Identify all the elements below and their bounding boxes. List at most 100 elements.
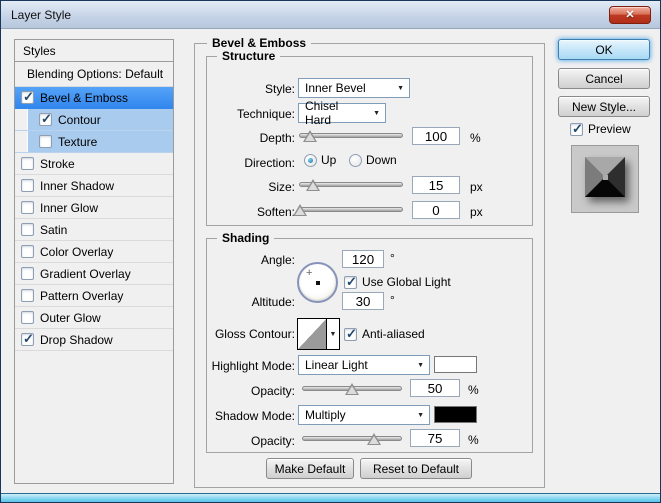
reset-to-default-button[interactable]: Reset to Default: [360, 458, 472, 479]
angle-dial[interactable]: +: [297, 262, 338, 303]
highlight-mode-value: Linear Light: [305, 358, 368, 372]
styles-header-label: Styles: [23, 43, 56, 58]
direction-down-option[interactable]: Down: [349, 153, 397, 167]
size-label: Size:: [268, 180, 295, 194]
style-enable-checkbox[interactable]: [21, 89, 34, 105]
close-button[interactable]: ✕: [609, 6, 651, 24]
highlight-opacity-field[interactable]: [410, 379, 460, 397]
sidebar-item-outer-glow[interactable]: Outer Glow: [15, 307, 173, 329]
sidebar-item-label: Inner Glow: [40, 200, 99, 215]
titlebar[interactable]: Layer Style ✕: [1, 1, 660, 29]
shadow-mode-dropdown[interactable]: Multiply ▼: [298, 405, 430, 425]
sidebar-item-stroke[interactable]: Stroke: [15, 153, 173, 175]
sidebar-item-label: Contour: [58, 112, 101, 127]
highlight-color-swatch[interactable]: [434, 356, 477, 373]
gloss-contour-picker[interactable]: ▼: [297, 318, 340, 350]
style-enable-checkbox[interactable]: [21, 223, 34, 236]
sidebar-item-gradient-overlay[interactable]: Gradient Overlay: [15, 263, 173, 285]
sidebar-item-blending-options-default[interactable]: Blending Options: Default: [15, 62, 173, 87]
new-style-button[interactable]: New Style...: [558, 96, 650, 117]
angle-marker-icon[interactable]: +: [306, 268, 312, 279]
style-enable-checkbox[interactable]: [39, 111, 52, 127]
sidebar-item-texture[interactable]: Texture: [15, 131, 173, 153]
shading-group: Shading Angle: + ° Use Global Light Alti…: [206, 231, 533, 453]
shadow-mode-label: Shadow Mode:: [214, 409, 295, 423]
direction-up-option[interactable]: Up: [304, 153, 336, 167]
use-global-light-checkbox[interactable]: [344, 274, 357, 290]
depth-slider[interactable]: [299, 129, 403, 143]
sidebar-item-label: Texture: [58, 134, 98, 149]
sidebar-item-color-overlay[interactable]: Color Overlay: [15, 241, 173, 263]
cancel-button[interactable]: Cancel: [558, 68, 650, 89]
sidebar-item-label: Color Overlay: [40, 244, 114, 259]
dial-center-dot: [316, 281, 320, 285]
sidebar-item-label: Gradient Overlay: [40, 266, 131, 281]
highlight-mode-dropdown[interactable]: Linear Light ▼: [298, 355, 430, 375]
layer-style-dialog: Layer Style ✕ Styles Blending Options: D…: [0, 0, 661, 503]
depth-unit: %: [470, 131, 481, 145]
shadow-opacity-field[interactable]: [410, 429, 460, 447]
technique-dropdown-value: Chisel Hard: [305, 99, 339, 127]
altitude-unit: °: [390, 293, 395, 307]
altitude-field[interactable]: [342, 292, 384, 310]
structure-title: Structure: [217, 49, 281, 63]
chevron-down-icon[interactable]: ▼: [326, 319, 339, 349]
sidebar-item-label: Bevel & Emboss: [40, 90, 129, 105]
sidebar-item-label: Blending Options: Default: [27, 67, 164, 81]
anti-aliased-option[interactable]: Anti-aliased: [344, 326, 425, 342]
size-slider[interactable]: [299, 178, 403, 192]
direction-down-radio[interactable]: [349, 153, 362, 167]
highlight-opacity-thumb[interactable]: [345, 383, 359, 395]
style-enable-checkbox[interactable]: [21, 245, 34, 258]
opacity1-unit: %: [468, 383, 479, 397]
technique-dropdown[interactable]: Chisel Hard ▼: [298, 99, 386, 127]
soften-slider-thumb[interactable]: [293, 204, 308, 216]
make-default-button[interactable]: Make Default: [266, 458, 354, 479]
style-enable-checkbox[interactable]: [21, 201, 34, 214]
shadow-opacity-slider[interactable]: [302, 432, 402, 446]
style-enable-checkbox[interactable]: [21, 179, 34, 192]
style-enable-checkbox[interactable]: [21, 157, 34, 170]
use-global-light-option[interactable]: Use Global Light: [344, 274, 451, 290]
style-enable-checkbox[interactable]: [21, 267, 34, 280]
sidebar-item-label: Stroke: [40, 156, 75, 171]
soften-slider[interactable]: [293, 203, 403, 217]
sidebar-item-contour[interactable]: Contour: [15, 109, 173, 131]
style-enable-checkbox[interactable]: [21, 311, 34, 324]
style-enable-checkbox[interactable]: [21, 289, 34, 302]
sidebar-item-inner-shadow[interactable]: Inner Shadow: [15, 175, 173, 197]
depth-label: Depth:: [259, 131, 295, 145]
sidebar-item-bevel-emboss[interactable]: Bevel & Emboss: [15, 87, 173, 109]
highlight-mode-label: Highlight Mode:: [211, 359, 295, 373]
chevron-down-icon: ▼: [397, 84, 404, 92]
contour-thumbnail: [298, 319, 326, 349]
new-style-label: New Style...: [571, 99, 637, 114]
anti-aliased-checkbox[interactable]: [344, 326, 357, 342]
angle-field[interactable]: [342, 250, 384, 268]
highlight-opacity-slider[interactable]: [302, 382, 402, 396]
preview-option[interactable]: Preview: [570, 121, 631, 137]
style-label: Style:: [264, 82, 295, 96]
direction-down-label: Down: [366, 153, 397, 167]
altitude-label: Altitude:: [251, 295, 295, 309]
style-dropdown[interactable]: Inner Bevel ▼: [298, 78, 410, 98]
ok-button[interactable]: OK: [558, 39, 650, 60]
preview-checkbox[interactable]: [570, 121, 583, 137]
sidebar-item-satin[interactable]: Satin: [15, 219, 173, 241]
style-enable-checkbox[interactable]: [21, 331, 34, 347]
depth-field[interactable]: [412, 127, 460, 145]
style-enable-checkbox[interactable]: [39, 135, 52, 148]
direction-up-radio[interactable]: [304, 153, 317, 167]
sidebar-item-drop-shadow[interactable]: Drop Shadow: [15, 329, 173, 351]
sidebar-item-inner-glow[interactable]: Inner Glow: [15, 197, 173, 219]
size-slider-thumb[interactable]: [305, 179, 320, 191]
shadow-color-swatch[interactable]: [434, 406, 477, 423]
size-field[interactable]: [412, 176, 460, 194]
depth-slider-thumb[interactable]: [303, 130, 318, 142]
angle-unit: °: [390, 251, 395, 265]
size-unit: px: [470, 180, 483, 194]
sidebar-item-pattern-overlay[interactable]: Pattern Overlay: [15, 285, 173, 307]
shadow-opacity-thumb[interactable]: [367, 433, 381, 445]
use-global-light-label: Use Global Light: [362, 275, 451, 289]
soften-field[interactable]: [412, 201, 460, 219]
